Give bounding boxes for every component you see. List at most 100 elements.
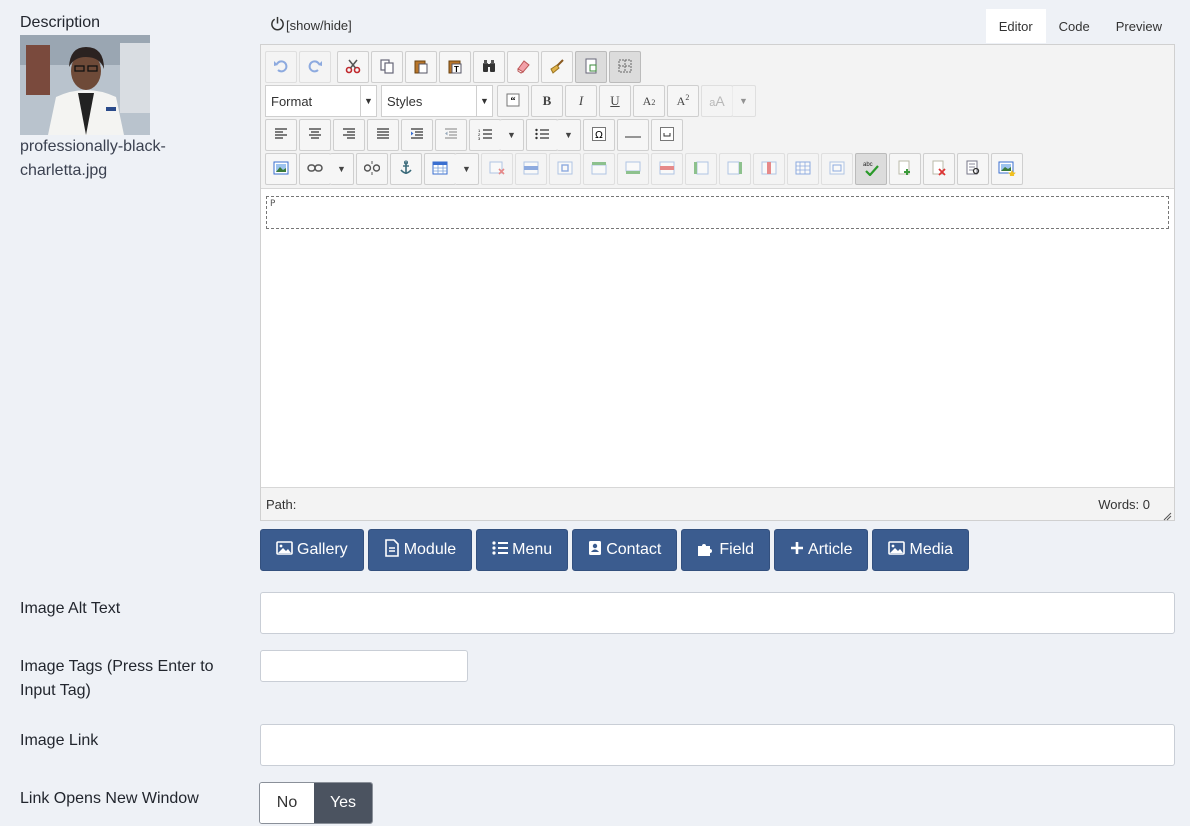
template-button[interactable] bbox=[957, 153, 989, 185]
image-link-input[interactable] bbox=[260, 724, 1175, 766]
field-button[interactable]: Field bbox=[681, 529, 771, 571]
anchor-button[interactable] bbox=[390, 153, 422, 185]
article-button[interactable]: Article bbox=[774, 529, 869, 571]
editor-show-hide-toggle[interactable]: [show/hide] bbox=[270, 16, 352, 34]
nonbreaking-button[interactable] bbox=[651, 119, 683, 151]
styles-select[interactable]: Styles ▼ bbox=[381, 85, 493, 117]
spellcheck-button[interactable]: abc bbox=[855, 153, 887, 185]
align-justify-button[interactable] bbox=[367, 119, 399, 151]
remove-file-button[interactable] bbox=[923, 153, 955, 185]
image-manager-button[interactable] bbox=[991, 153, 1023, 185]
toggle-visual-aid-button[interactable] bbox=[575, 51, 607, 83]
row-delete-icon bbox=[659, 161, 675, 178]
gallery-button[interactable]: Gallery bbox=[260, 529, 364, 571]
eraser-icon bbox=[515, 58, 531, 77]
insert-row-after-button[interactable] bbox=[617, 153, 649, 185]
insert-row-before-button[interactable] bbox=[583, 153, 615, 185]
tab-editor[interactable]: Editor bbox=[985, 9, 1046, 43]
alt-text-input[interactable] bbox=[260, 592, 1175, 634]
alt-text-label: Image Alt Text bbox=[20, 600, 121, 617]
copy-button[interactable] bbox=[371, 51, 403, 83]
cut-button[interactable] bbox=[337, 51, 369, 83]
resize-handle-icon[interactable] bbox=[1162, 508, 1172, 521]
find-button[interactable] bbox=[473, 51, 505, 83]
editor-content-area[interactable]: P bbox=[261, 188, 1174, 488]
chevron-down-icon: ▼ bbox=[462, 164, 471, 174]
bold-button[interactable]: B bbox=[531, 85, 563, 117]
new-window-yes-option[interactable]: Yes bbox=[314, 783, 372, 823]
copy-icon bbox=[379, 58, 395, 77]
menu-button[interactable]: Menu bbox=[476, 529, 569, 571]
italic-button[interactable]: I bbox=[565, 85, 597, 117]
insert-image-button[interactable] bbox=[265, 153, 297, 185]
paragraph-block[interactable]: P bbox=[266, 196, 1169, 229]
insert-link-button[interactable] bbox=[299, 153, 331, 185]
align-right-button[interactable] bbox=[333, 119, 365, 151]
insert-col-after-button[interactable] bbox=[719, 153, 751, 185]
unlink-icon bbox=[363, 160, 381, 178]
plus-icon bbox=[790, 541, 804, 560]
merge-cells-icon bbox=[829, 161, 845, 178]
remove-format-button[interactable] bbox=[507, 51, 539, 83]
undo-button[interactable] bbox=[265, 51, 297, 83]
align-center-button[interactable] bbox=[299, 119, 331, 151]
split-cells-button[interactable] bbox=[787, 153, 819, 185]
font-size-dropdown[interactable]: ▼ bbox=[732, 85, 756, 117]
insert-col-before-button[interactable] bbox=[685, 153, 717, 185]
numbered-list-button[interactable]: 123 bbox=[469, 119, 501, 151]
undo-icon bbox=[273, 58, 289, 77]
delete-table-button[interactable] bbox=[481, 153, 513, 185]
split-cells-icon bbox=[795, 161, 811, 178]
paste-button[interactable] bbox=[405, 51, 437, 83]
field-label: Field bbox=[719, 541, 755, 558]
delete-row-button[interactable] bbox=[651, 153, 683, 185]
special-char-button[interactable]: Ω bbox=[583, 119, 615, 151]
paste-text-button[interactable]: T bbox=[439, 51, 471, 83]
delete-col-button[interactable] bbox=[753, 153, 785, 185]
unlink-button[interactable] bbox=[356, 153, 388, 185]
subscript-button[interactable]: A2 bbox=[633, 85, 665, 117]
align-left-button[interactable] bbox=[265, 119, 297, 151]
media-button[interactable]: Media bbox=[872, 529, 970, 571]
nonbreaking-icon bbox=[660, 126, 674, 144]
contact-button[interactable]: Contact bbox=[572, 529, 678, 571]
font-size-button[interactable]: aA bbox=[701, 85, 733, 117]
show-blocks-button[interactable] bbox=[609, 51, 641, 83]
bullet-list-dropdown[interactable]: ▼ bbox=[557, 119, 581, 151]
svg-text:3: 3 bbox=[478, 136, 481, 140]
image-thumbnail[interactable] bbox=[20, 35, 150, 135]
insert-file-button[interactable] bbox=[889, 153, 921, 185]
table-cell-props-button[interactable] bbox=[549, 153, 581, 185]
chevron-down-icon: ▼ bbox=[337, 164, 346, 174]
tab-preview[interactable]: Preview bbox=[1103, 9, 1175, 43]
superscript-button[interactable]: A2 bbox=[667, 85, 699, 117]
insert-table-button[interactable] bbox=[424, 153, 456, 185]
insert-table-dropdown[interactable]: ▼ bbox=[455, 153, 479, 185]
table-cell-icon bbox=[557, 161, 573, 178]
align-left-icon bbox=[274, 127, 288, 143]
horizontal-rule-button[interactable] bbox=[617, 119, 649, 151]
image-tags-label: Image Tags (Press Enter to Input Tag) bbox=[20, 658, 214, 699]
blockquote-button[interactable]: “ bbox=[497, 85, 529, 117]
quote-icon: “ bbox=[506, 93, 520, 110]
tab-code[interactable]: Code bbox=[1046, 9, 1103, 43]
table-row-props-button[interactable] bbox=[515, 153, 547, 185]
module-button[interactable]: Module bbox=[367, 529, 473, 571]
numbered-list-dropdown[interactable]: ▼ bbox=[500, 119, 524, 151]
outdent-button[interactable] bbox=[435, 119, 467, 151]
rich-text-editor: T Format ▼ Styles ▼ “ B I U A2 A2 aA ▼ 1… bbox=[260, 44, 1175, 521]
cleanup-button[interactable] bbox=[541, 51, 573, 83]
format-select[interactable]: Format ▼ bbox=[265, 85, 377, 117]
redo-button[interactable] bbox=[299, 51, 331, 83]
document-add-icon bbox=[897, 160, 913, 179]
subscript-icon: A2 bbox=[642, 93, 656, 108]
underline-button[interactable]: U bbox=[599, 85, 631, 117]
insert-button-row: Gallery Module Menu Contact Field Articl… bbox=[260, 529, 970, 571]
insert-link-dropdown[interactable]: ▼ bbox=[330, 153, 354, 185]
image-tags-input[interactable] bbox=[260, 650, 468, 682]
indent-button[interactable] bbox=[401, 119, 433, 151]
bullet-list-button[interactable] bbox=[526, 119, 558, 151]
merge-cells-button[interactable] bbox=[821, 153, 853, 185]
styles-select-value: Styles bbox=[387, 93, 423, 109]
new-window-no-option[interactable]: No bbox=[260, 783, 314, 823]
